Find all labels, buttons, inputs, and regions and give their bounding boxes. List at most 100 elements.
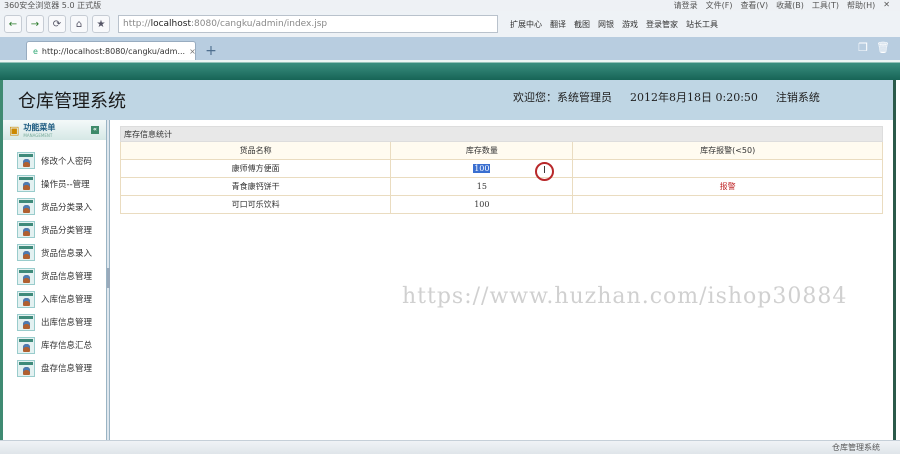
refresh-icon: ⟳ [52,18,62,30]
tab-bar: e http://localhost:8080/cangku/adm... × … [0,37,900,60]
toolbar-screenshot[interactable]: 截图 [574,19,590,30]
sidebar-item-goods-add[interactable]: 货品信息录入 [3,241,106,264]
address-bar[interactable]: http://localhost:8080/cangku/admin/index… [118,15,498,33]
browser-menu: 请登录 文件(F) 查看(V) 收藏(B) 工具(T) 帮助(H) ✕ [674,0,900,11]
restore-icon[interactable]: ❐ [858,41,868,54]
page-icon: e [33,46,38,56]
app-top-strip [0,60,900,80]
tab-title: http://localhost:8080/cangku/adm... [41,46,186,56]
browser-tab[interactable]: e http://localhost:8080/cangku/adm... × [26,41,196,60]
user-icon [17,198,35,216]
sidebar-item-operator-manage[interactable]: 操作员--管理 [3,172,106,195]
toolbar-translate[interactable]: 翻译 [550,19,566,30]
table-row: 康师傅方便面 100 [119,159,883,178]
goods-name: 康师傅方便面 [119,159,392,178]
column-header-quantity: 库存数量 [390,141,574,160]
sidebar-item-label: 货品信息录入 [41,248,93,259]
menu-view[interactable]: 查看(V) [740,0,768,11]
menu-folder-icon: ▣ [9,123,20,137]
table-row: 青食康钙饼干 15 报警 [119,177,883,196]
stock-alarm: 报警 [572,177,883,196]
user-icon [17,244,35,262]
user-icon [17,313,35,331]
column-header-alarm: 库存报警(<50) [572,141,883,160]
app-header: 仓库管理系统 欢迎您：系统管理员 2012年8月18日 0:20:50 注销系统 [0,80,893,120]
welcome-text: 欢迎您：系统管理员 [513,91,612,104]
selected-text: 100 [473,164,491,173]
browser-toolbar: 扩展中心 翻译 截图 网银 游戏 登录管家 站长工具 [510,19,718,30]
menu-file[interactable]: 文件(F) [706,0,733,11]
sidebar: ▣ 功能菜单 MANAGEMENT « 修改个人密码 操作员--管理 货品分类录入… [0,120,107,440]
sidebar-item-category-add[interactable]: 货品分类录入 [3,195,106,218]
right-border [893,80,900,440]
close-tab-icon[interactable]: × [189,47,196,56]
url-path: :8080/cangku/admin/index.jsp [190,19,328,29]
logout-link[interactable]: 注销系统 [776,89,820,105]
sidebar-title: 功能菜单 [23,123,56,132]
table-row: 可口可乐饮料 100 [119,195,883,214]
user-icon [17,152,35,170]
stock-alarm [572,159,883,178]
sidebar-item-label: 盘存信息管理 [41,364,93,375]
user-icon [17,175,35,193]
status-bar: 仓库管理系统 [0,440,900,454]
sidebar-item-goods-manage[interactable]: 货品信息管理 [3,264,106,287]
toolbar-games[interactable]: 游戏 [622,19,638,30]
browser-title: 360安全浏览器 5.0 正式版 [4,1,102,10]
menu-tools[interactable]: 工具(T) [812,0,839,11]
sidebar-item-label: 货品分类管理 [41,225,93,236]
app-title: 仓库管理系统 [18,91,126,112]
collapse-icon[interactable]: « [91,126,99,134]
back-button[interactable]: ← [4,15,22,33]
sidebar-menu: 修改个人密码 操作员--管理 货品分类录入 货品分类管理 货品信息录入 货品信息… [3,140,106,380]
toolbar-login-manager[interactable]: 登录管家 [646,19,678,30]
text-cursor-icon: I [535,162,554,181]
sidebar-item-stocktaking[interactable]: 盘存信息管理 [3,357,106,380]
stock-quantity: 100 [390,195,574,214]
watermark: https://www.huzhan.com/ishop30884 [402,284,848,309]
toolbar-bank[interactable]: 网银 [598,19,614,30]
forward-button[interactable]: → [26,15,44,33]
sidebar-item-category-manage[interactable]: 货品分类管理 [3,218,106,241]
stock-alarm [572,195,883,214]
table-title: 库存信息统计 [120,126,883,142]
sidebar-item-label: 修改个人密码 [41,156,93,167]
toolbar-webmaster[interactable]: 站长工具 [686,19,718,30]
sidebar-item-change-password[interactable]: 修改个人密码 [3,149,106,172]
sidebar-item-label: 货品分类录入 [41,202,93,213]
sidebar-item-label: 库存信息汇总 [41,341,93,352]
goods-name: 青食康钙饼干 [119,177,392,196]
star-icon: ★ [96,18,106,30]
status-text: 仓库管理系统 [832,443,880,452]
user-icon [17,290,35,308]
close-window-icon[interactable]: ✕ [883,0,890,11]
sidebar-item-label: 操作员--管理 [41,179,90,190]
url-prefix: http:// [123,19,151,29]
goods-name: 可口可乐饮料 [119,195,392,214]
inventory-table: 库存信息统计 货品名称 库存数量 库存报警(<50) 康师傅方便面 100 青食… [119,126,883,214]
favorite-button[interactable]: ★ [92,15,110,33]
sidebar-item-stock-in[interactable]: 入库信息管理 [3,288,106,311]
browser-title-bar: 360安全浏览器 5.0 正式版 请登录 文件(F) 查看(V) 收藏(B) 工… [0,0,900,11]
menu-help[interactable]: 帮助(H) [847,0,875,11]
menu-favorites[interactable]: 收藏(B) [776,0,804,11]
home-button[interactable]: ⌂ [70,15,88,33]
refresh-button[interactable]: ⟳ [48,15,66,33]
user-icon [17,221,35,239]
new-tab-button[interactable]: + [202,43,220,60]
navigation-bar: ← → ⟳ ⌂ ★ http://localhost:8080/cangku/a… [0,11,900,37]
forward-arrow-icon: → [30,18,40,30]
datetime: 2012年8月18日 0:20:50 [630,91,758,104]
user-icon [17,336,35,354]
sidebar-item-inventory-summary[interactable]: 库存信息汇总 [3,334,106,357]
back-arrow-icon: ← [8,18,18,30]
sidebar-subtitle: MANAGEMENT [23,133,53,138]
trash-icon[interactable]: 🗑 [876,41,890,54]
sidebar-item-stock-out[interactable]: 出库信息管理 [3,311,106,334]
sidebar-item-label: 入库信息管理 [41,295,93,306]
toolbar-extensions[interactable]: 扩展中心 [510,19,542,30]
menu-login[interactable]: 请登录 [674,0,698,11]
main-content: 库存信息统计 货品名称 库存数量 库存报警(<50) 康师傅方便面 100 青食… [110,120,893,440]
url-host: localhost [150,19,191,29]
column-header-name: 货品名称 [119,141,392,160]
